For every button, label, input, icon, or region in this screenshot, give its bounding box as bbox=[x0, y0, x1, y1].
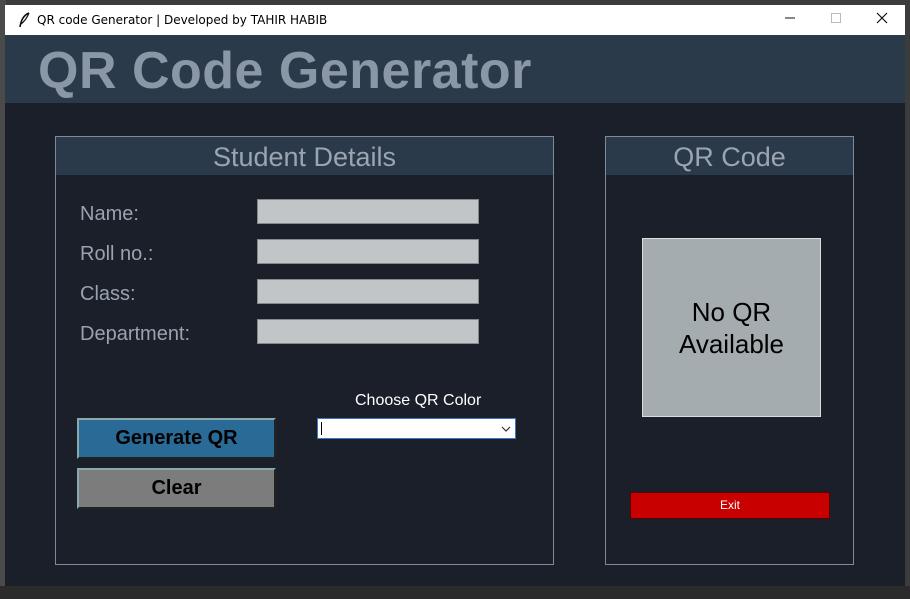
name-label: Name: bbox=[80, 203, 139, 225]
close-icon bbox=[876, 11, 888, 29]
text-cursor bbox=[321, 422, 322, 435]
student-details-heading: Student Details bbox=[56, 137, 553, 175]
qr-code-panel: QR Code No QR Available Exit bbox=[605, 136, 854, 565]
qr-preview: No QR Available bbox=[642, 238, 821, 417]
generate-qr-button[interactable]: Generate QR bbox=[77, 418, 276, 459]
close-button[interactable] bbox=[859, 5, 905, 35]
title-bar[interactable]: QR code Generator | Developed by TAHIR H… bbox=[5, 5, 905, 35]
feather-icon bbox=[13, 9, 35, 31]
roll-no-field[interactable] bbox=[257, 239, 479, 264]
desktop-background-bottom bbox=[0, 586, 910, 599]
page-title: QR Code Generator bbox=[38, 42, 532, 100]
qr-color-label: Choose QR Color bbox=[355, 392, 482, 409]
department-field[interactable] bbox=[257, 319, 479, 344]
minimize-button[interactable] bbox=[767, 5, 813, 35]
minimize-icon bbox=[784, 11, 796, 29]
student-details-panel: Student Details Name: Roll no.: Class: D… bbox=[55, 136, 554, 565]
roll-no-label: Roll no.: bbox=[80, 243, 154, 265]
clear-button[interactable]: Clear bbox=[77, 468, 276, 509]
class-field[interactable] bbox=[257, 279, 479, 304]
qr-color-select[interactable] bbox=[317, 418, 516, 439]
chevron-down-icon bbox=[501, 422, 511, 440]
class-label: Class: bbox=[80, 283, 136, 305]
window-controls bbox=[767, 5, 905, 35]
app-header: QR Code Generator bbox=[5, 35, 905, 103]
qr-code-heading: QR Code bbox=[606, 137, 853, 175]
exit-button[interactable]: Exit bbox=[630, 492, 830, 519]
window-title: QR code Generator | Developed by TAHIR H… bbox=[37, 13, 328, 27]
maximize-icon bbox=[830, 11, 842, 29]
maximize-button[interactable] bbox=[813, 5, 859, 35]
department-label: Department: bbox=[80, 323, 191, 345]
app-window: QR code Generator | Developed by TAHIR H… bbox=[5, 5, 905, 586]
name-field[interactable] bbox=[257, 199, 479, 224]
